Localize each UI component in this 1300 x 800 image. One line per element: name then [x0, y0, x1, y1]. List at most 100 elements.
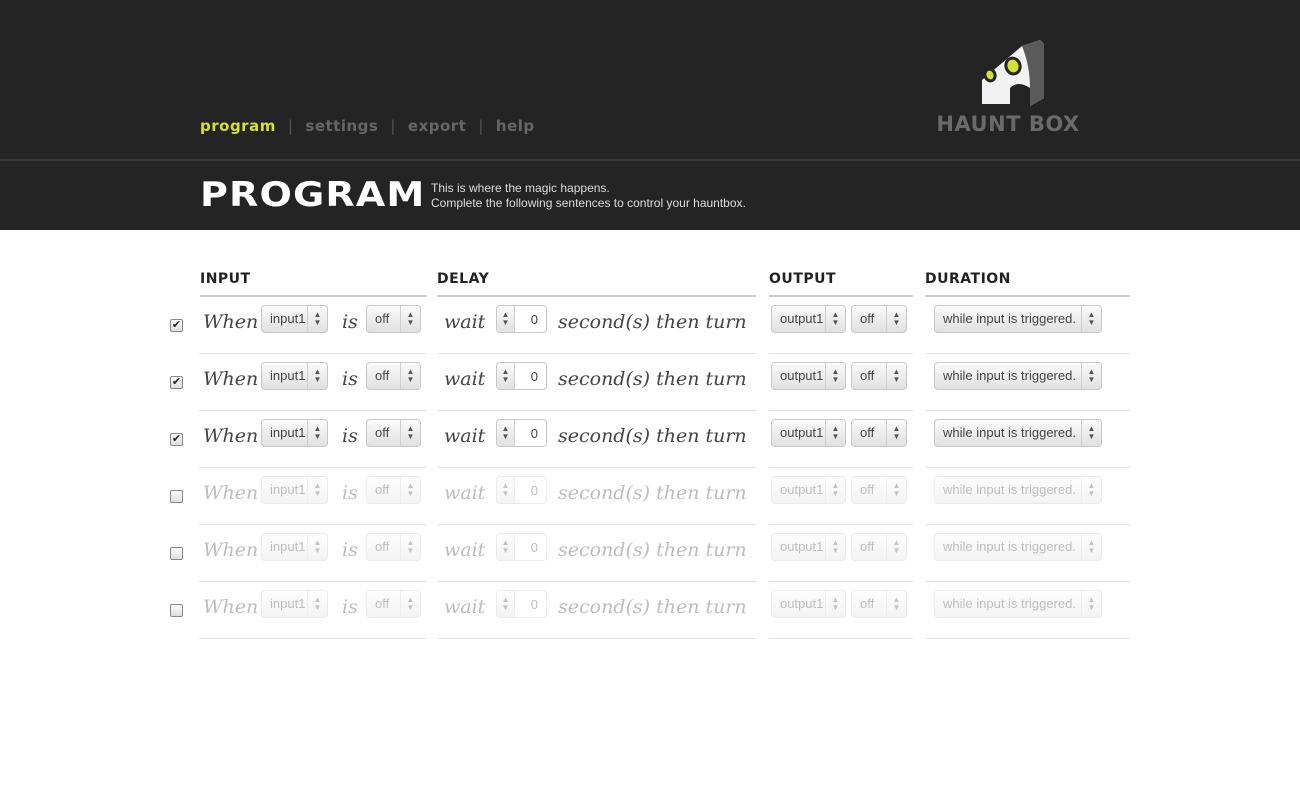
when-label: When: [203, 539, 259, 561]
duration-select[interactable]: while input is triggered. ▲ ▼: [934, 362, 1102, 390]
nav-item-help[interactable]: help: [496, 117, 535, 135]
duration-value: while input is triggered.: [943, 539, 1076, 554]
output-state-select[interactable]: off ▲ ▼: [851, 362, 907, 390]
delay-seconds-input[interactable]: ▲ ▼ 0: [496, 476, 547, 504]
output-select[interactable]: output1 ▲ ▼: [771, 590, 846, 618]
up-down-arrows-icon[interactable]: ▲ ▼: [497, 534, 515, 560]
row-enabled-checkbox[interactable]: ✔: [170, 319, 183, 332]
ghost-house-icon: [982, 40, 1044, 106]
up-down-arrows-icon[interactable]: ▲ ▼: [497, 591, 515, 617]
output-select[interactable]: output1 ▲ ▼: [771, 533, 846, 561]
is-label: is: [342, 539, 358, 561]
up-down-arrows-icon[interactable]: ▲ ▼: [497, 477, 515, 503]
row-enabled-checkbox[interactable]: [170, 490, 183, 503]
row-enabled-checkbox[interactable]: ✔: [170, 376, 183, 389]
input-select-value: input1: [270, 311, 306, 326]
up-down-arrows-icon: ▲ ▼: [886, 477, 906, 503]
program-row: When input1 ▲ ▼ is off ▲ ▼ wait ▲ ▼ 0 secon…: [0, 525, 1300, 582]
wait-label: wait: [444, 482, 486, 504]
output-state-value: off: [860, 482, 875, 497]
row-enabled-checkbox[interactable]: [170, 547, 183, 560]
output-state-select[interactable]: off ▲ ▼: [851, 476, 907, 504]
up-down-arrows-icon: ▲ ▼: [886, 534, 906, 560]
delay-value: 0: [530, 483, 538, 498]
input-select-value: input1: [270, 425, 306, 440]
program-row: When input1 ▲ ▼ is off ▲ ▼ wait ▲ ▼ 0 secon…: [0, 582, 1300, 639]
delay-seconds-input[interactable]: ▲ ▼ 0: [496, 533, 547, 561]
up-down-arrows-icon: ▲ ▼: [307, 420, 327, 446]
output-state-select[interactable]: off ▲ ▼: [851, 419, 907, 447]
output-select[interactable]: output1 ▲ ▼: [771, 362, 846, 390]
row-enabled-checkbox[interactable]: ✔: [170, 433, 183, 446]
input-select[interactable]: input1 ▲ ▼: [261, 590, 328, 618]
input-state-select[interactable]: off ▲ ▼: [366, 533, 421, 561]
up-down-arrows-icon: ▲ ▼: [1081, 306, 1101, 332]
hauntbox-logo[interactable]: HAUNT BOX: [926, 36, 1090, 136]
output-state-select[interactable]: off ▲ ▼: [851, 533, 907, 561]
nav-item-program[interactable]: program: [200, 117, 276, 135]
nav-item-export[interactable]: export: [408, 117, 466, 135]
column-header-input: INPUT: [200, 271, 427, 297]
is-label: is: [342, 482, 358, 504]
input-select-value: input1: [270, 539, 306, 554]
up-down-arrows-icon: ▲ ▼: [400, 363, 420, 389]
is-label: is: [342, 596, 358, 618]
when-label: When: [203, 368, 259, 390]
delay-seconds-input[interactable]: ▲ ▼ 0: [496, 419, 547, 447]
check-icon: ✔: [171, 376, 182, 388]
delay-value: 0: [530, 597, 538, 612]
column-header-duration: DURATION: [925, 271, 1130, 297]
output-state-select[interactable]: off ▲ ▼: [851, 590, 907, 618]
nav-item-settings[interactable]: settings: [305, 117, 378, 135]
input-select[interactable]: input1 ▲ ▼: [261, 305, 328, 333]
output-select-value: output1: [780, 311, 824, 326]
duration-select[interactable]: while input is triggered. ▲ ▼: [934, 476, 1102, 504]
program-row: ✔ When input1 ▲ ▼ is off ▲ ▼ wait ▲ ▼ 0 sec…: [0, 354, 1300, 411]
duration-select[interactable]: while input is triggered. ▲ ▼: [934, 305, 1102, 333]
input-state-select[interactable]: off ▲ ▼: [366, 476, 421, 504]
up-down-arrows-icon: ▲ ▼: [886, 363, 906, 389]
up-down-arrows-icon[interactable]: ▲ ▼: [497, 306, 515, 332]
delay-value: 0: [530, 540, 538, 555]
is-label: is: [342, 368, 358, 390]
output-select[interactable]: output1 ▲ ▼: [771, 305, 846, 333]
when-label: When: [203, 482, 259, 504]
input-select[interactable]: input1 ▲ ▼: [261, 476, 328, 504]
duration-select[interactable]: while input is triggered. ▲ ▼: [934, 419, 1102, 447]
output-state-select[interactable]: off ▲ ▼: [851, 305, 907, 333]
input-state-select[interactable]: off ▲ ▼: [366, 590, 421, 618]
delay-seconds-input[interactable]: ▲ ▼ 0: [496, 590, 547, 618]
output-select[interactable]: output1 ▲ ▼: [771, 419, 846, 447]
up-down-arrows-icon: ▲ ▼: [307, 306, 327, 332]
input-state-select[interactable]: off ▲ ▼: [366, 419, 421, 447]
seconds-then-turn-label: second(s) then turn: [558, 539, 747, 561]
duration-value: while input is triggered.: [943, 596, 1076, 611]
up-down-arrows-icon[interactable]: ▲ ▼: [497, 420, 515, 446]
duration-value: while input is triggered.: [943, 425, 1076, 440]
row-enabled-checkbox[interactable]: [170, 604, 183, 617]
duration-select[interactable]: while input is triggered. ▲ ▼: [934, 533, 1102, 561]
up-down-arrows-icon: ▲ ▼: [307, 363, 327, 389]
check-icon: ✔: [171, 433, 182, 445]
input-select[interactable]: input1 ▲ ▼: [261, 362, 328, 390]
delay-seconds-input[interactable]: ▲ ▼ 0: [496, 305, 547, 333]
seconds-then-turn-label: second(s) then turn: [558, 482, 747, 504]
input-select-value: input1: [270, 368, 306, 383]
up-down-arrows-icon: ▲ ▼: [886, 306, 906, 332]
output-select-value: output1: [780, 596, 824, 611]
input-state-select[interactable]: off ▲ ▼: [366, 305, 421, 333]
up-down-arrows-icon: ▲ ▼: [825, 591, 845, 617]
input-state-select[interactable]: off ▲ ▼: [366, 362, 421, 390]
up-down-arrows-icon[interactable]: ▲ ▼: [497, 363, 515, 389]
output-select[interactable]: output1 ▲ ▼: [771, 476, 846, 504]
output-select-value: output1: [780, 425, 824, 440]
intro-line: Complete the following sentences to cont…: [431, 196, 746, 210]
delay-seconds-input[interactable]: ▲ ▼ 0: [496, 362, 547, 390]
delay-value: 0: [530, 369, 538, 384]
input-select[interactable]: input1 ▲ ▼: [261, 419, 328, 447]
output-state-value: off: [860, 425, 875, 440]
wait-label: wait: [444, 425, 486, 447]
up-down-arrows-icon: ▲ ▼: [886, 420, 906, 446]
duration-select[interactable]: while input is triggered. ▲ ▼: [934, 590, 1102, 618]
input-select[interactable]: input1 ▲ ▼: [261, 533, 328, 561]
